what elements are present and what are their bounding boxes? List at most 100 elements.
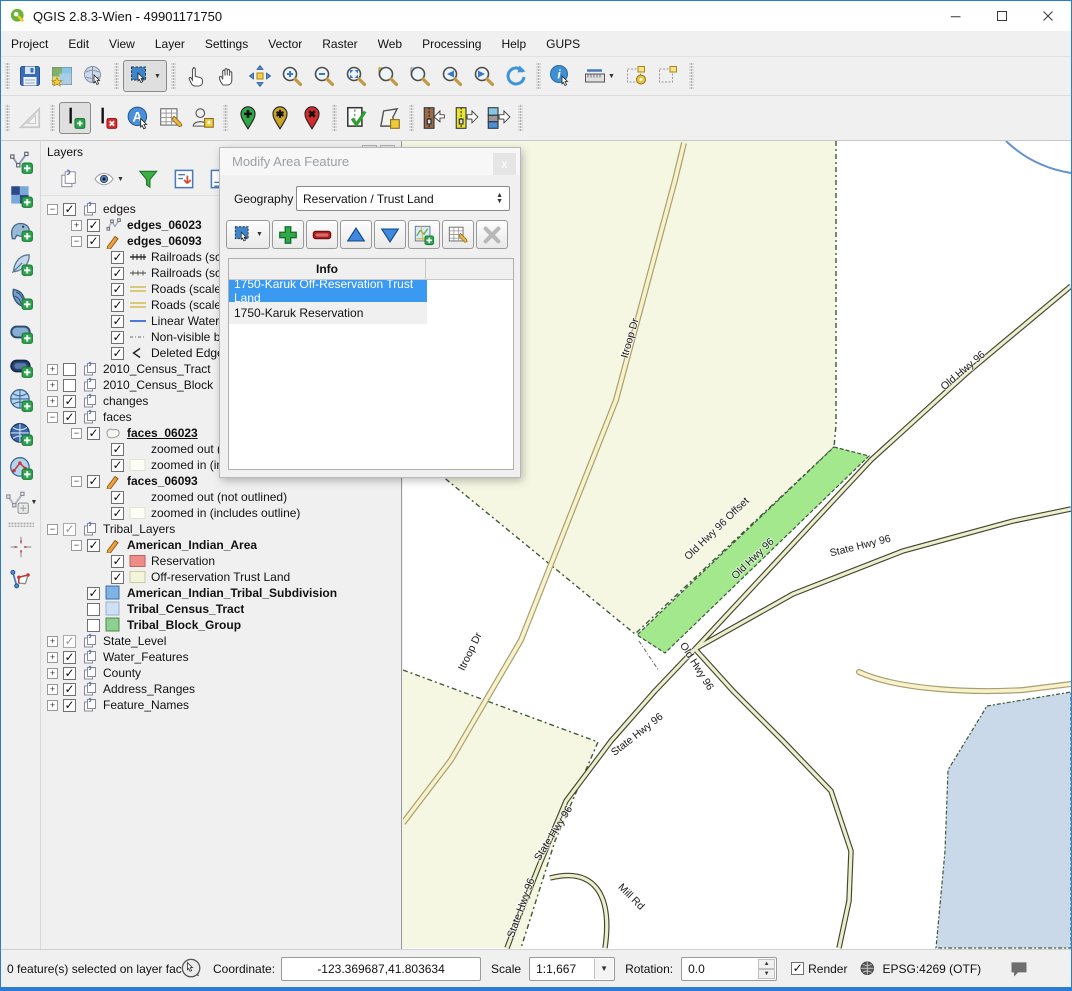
menu-help[interactable]: Help (491, 33, 536, 55)
expand-icon[interactable]: + (47, 636, 58, 647)
menu-processing[interactable]: Processing (412, 33, 491, 55)
add-postgis-button[interactable] (5, 213, 37, 247)
expand-icon[interactable]: + (47, 684, 58, 695)
zoom-selection-button[interactable] (372, 60, 404, 92)
toolbar-handle[interactable] (223, 105, 228, 131)
pin-add-button[interactable] (232, 102, 264, 134)
spin-down-icon[interactable]: ▼ (758, 969, 775, 979)
toolbar-handle[interactable] (5, 105, 10, 131)
attribute-table-button[interactable] (442, 220, 474, 249)
menu-settings[interactable]: Settings (195, 33, 258, 55)
add-spatialite-button[interactable] (5, 247, 37, 281)
toolbar-handle[interactable] (5, 63, 10, 89)
layer-visibility-checkbox[interactable]: ✓ (111, 347, 124, 360)
paste-features-button[interactable] (653, 60, 685, 92)
copy-features-button[interactable] (621, 60, 653, 92)
zoom-in-button[interactable] (276, 60, 308, 92)
toolbar-handle[interactable] (114, 63, 119, 89)
layer-visibility-checkbox[interactable]: ✓ (111, 251, 124, 264)
layer-visibility-checkbox[interactable]: ✓ (63, 635, 76, 648)
chevron-down-icon[interactable]: ▼ (594, 959, 613, 979)
layer-visibility-checkbox[interactable]: ✓ (63, 411, 76, 424)
layer-visibility-checkbox[interactable] (87, 603, 100, 616)
eye-button[interactable]: ▼ (87, 164, 130, 194)
dialog-close-button[interactable]: x (493, 153, 516, 175)
layer-visibility-checkbox[interactable]: ✓ (63, 683, 76, 696)
layer-visibility-checkbox[interactable]: ✓ (111, 267, 124, 280)
layer-visibility-checkbox[interactable]: ✓ (111, 491, 124, 504)
layer-visibility-checkbox[interactable]: ✓ (63, 523, 76, 536)
edit-line-delete-button[interactable] (91, 102, 123, 134)
render-checkbox-wrap[interactable]: ✓ Render (791, 962, 847, 976)
expand-icon[interactable]: + (47, 396, 58, 407)
spin-up-icon[interactable]: ▲ (758, 959, 775, 969)
filter-button[interactable] (130, 164, 166, 194)
maximize-button[interactable] (979, 1, 1025, 31)
chevron-down-icon[interactable]: ▼ (256, 231, 263, 238)
expand-tree-button[interactable] (166, 164, 202, 194)
map-plus-button[interactable] (408, 220, 440, 249)
layer-visibility-checkbox[interactable]: ✓ (87, 235, 100, 248)
toolbar-handle[interactable] (50, 105, 55, 131)
import-map-button[interactable] (482, 102, 514, 134)
composer-button[interactable] (46, 60, 78, 92)
layer-visibility-checkbox[interactable]: ✓ (87, 219, 100, 232)
pin-asterisk-button[interactable] (264, 102, 296, 134)
minimize-button[interactable] (933, 1, 979, 31)
layer-tree-item[interactable]: −✓Tribal_Layers (41, 521, 401, 537)
menu-web[interactable]: Web (368, 33, 412, 55)
expand-icon[interactable]: + (47, 364, 58, 375)
layer-visibility-checkbox[interactable]: ✓ (63, 203, 76, 216)
collapse-icon[interactable]: − (71, 428, 82, 439)
add-oracle-button[interactable] (5, 315, 37, 349)
layer-visibility-checkbox[interactable]: ✓ (63, 699, 76, 712)
speech-bubble-icon[interactable] (1009, 959, 1029, 979)
layer-tree-item[interactable]: ✓zoomed out (not outlined) (41, 489, 401, 505)
layer-visibility-checkbox[interactable]: ✓ (111, 507, 124, 520)
new-shapefile-button[interactable]: ▼ (0, 485, 44, 519)
chevron-down-icon[interactable]: ▼ (31, 499, 38, 506)
rotation-spinner[interactable]: 0.0 ▲▼ (681, 957, 777, 981)
geography-select[interactable]: Reservation / Trust Land ▲▼ (296, 186, 510, 211)
toolbar-handle[interactable] (536, 63, 541, 89)
menu-project[interactable]: Project (1, 33, 58, 55)
minus-red-button[interactable] (306, 220, 338, 249)
layer-tree-item[interactable]: +✓Water_Features (41, 649, 401, 665)
chevron-down-icon[interactable]: ▼ (117, 176, 124, 183)
layer-tree-item[interactable]: Tribal_Block_Group (41, 617, 401, 633)
toolbar-handle[interactable] (332, 105, 337, 131)
toolbar-handle[interactable] (409, 105, 414, 131)
add-db2-button[interactable] (5, 349, 37, 383)
expand-icon[interactable]: + (47, 380, 58, 391)
layer-visibility-checkbox[interactable]: ✓ (87, 475, 100, 488)
layer-visibility-checkbox[interactable] (87, 619, 100, 632)
collapse-icon[interactable]: − (71, 476, 82, 487)
menu-vector[interactable]: Vector (258, 33, 312, 55)
zoom-out-button[interactable] (308, 60, 340, 92)
zoom-layer-button[interactable] (404, 60, 436, 92)
pointer-circle-icon[interactable] (181, 958, 203, 980)
collapse-icon[interactable]: − (47, 412, 58, 423)
expand-icon[interactable]: + (47, 700, 58, 711)
select-rect-button[interactable]: ▼ (123, 60, 167, 92)
plus-green-button[interactable] (272, 220, 304, 249)
chevron-down-icon[interactable]: ▼ (608, 73, 615, 80)
label-a-button[interactable]: A (123, 102, 155, 134)
identify-button[interactable]: i (545, 60, 577, 92)
render-checkbox[interactable]: ✓ (791, 962, 804, 975)
touch-button[interactable] (180, 60, 212, 92)
layer-visibility-checkbox[interactable] (63, 379, 76, 392)
menu-gups[interactable]: GUPS (536, 33, 590, 55)
person-star-button[interactable]: ✶ (187, 102, 219, 134)
layer-visibility-checkbox[interactable]: ✓ (111, 571, 124, 584)
combo-spinner-icon[interactable]: ▲▼ (496, 193, 503, 205)
layer-visibility-checkbox[interactable]: ✓ (111, 283, 124, 296)
validate-edits-button[interactable] (341, 102, 373, 134)
polygon-star-button[interactable] (373, 102, 405, 134)
layer-tree-item[interactable]: +✓State_Level (41, 633, 401, 649)
globe-crs-icon[interactable] (859, 960, 877, 978)
pan-selection-button[interactable] (244, 60, 276, 92)
add-wcs-button[interactable] (5, 417, 37, 451)
collapse-icon[interactable]: − (71, 540, 82, 551)
edit-line-add-button[interactable] (59, 102, 91, 134)
